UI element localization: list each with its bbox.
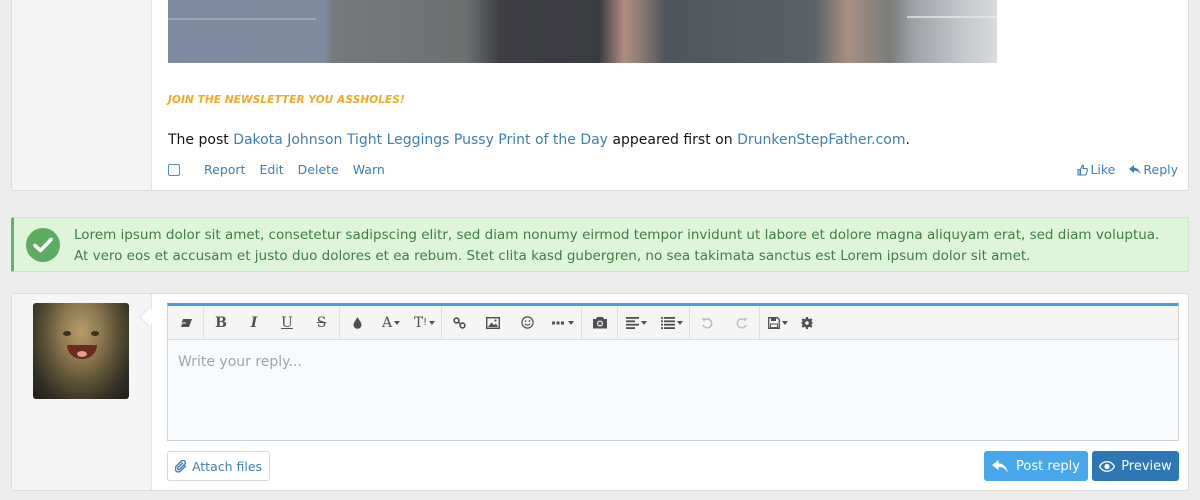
- italic-icon: I: [250, 314, 258, 331]
- attach-files-label: Attach files: [191, 458, 263, 474]
- delete-link[interactable]: Delete: [298, 162, 339, 177]
- smilies-button[interactable]: [510, 306, 544, 340]
- like-button[interactable]: Like: [1077, 162, 1115, 177]
- undo-button[interactable]: [690, 306, 724, 340]
- insert-media-button[interactable]: [582, 305, 618, 340]
- underline-button[interactable]: U: [270, 306, 304, 340]
- redo-icon: [736, 317, 747, 329]
- paperclip-icon: [174, 459, 187, 473]
- insert-link-button[interactable]: [442, 306, 476, 340]
- text-size-icon: T: [413, 314, 424, 331]
- reply-icon: [1129, 164, 1141, 174]
- more-options-button[interactable]: [544, 305, 582, 340]
- chevron-down-icon: [782, 320, 788, 325]
- attribution-prefix: The post: [168, 132, 234, 148]
- reply-user-column: [12, 294, 152, 490]
- text-color-button[interactable]: [340, 306, 374, 340]
- camera-icon: [592, 317, 607, 329]
- attribution-suffix: .: [905, 132, 910, 148]
- reply-icon: [992, 459, 1008, 472]
- font-family-button[interactable]: A: [374, 306, 408, 340]
- text-size-icon-detail: !: [423, 317, 428, 328]
- success-alert: Lorem ipsum dolor sit amet, consetetur s…: [11, 217, 1189, 272]
- bold-button[interactable]: B: [204, 306, 238, 340]
- report-link[interactable]: Report: [204, 162, 245, 177]
- avatar[interactable]: [33, 303, 129, 399]
- quick-reply-form: B I U S A T! Write your reply... Attach …: [11, 293, 1189, 491]
- message-post: JOIN THE NEWSLETTER YOU ASSHOLES! The po…: [11, 0, 1189, 191]
- align-left-icon: [625, 316, 639, 329]
- font-size-button[interactable]: T!: [408, 305, 442, 340]
- editor-body[interactable]: [168, 340, 1178, 440]
- bold-icon: B: [215, 314, 227, 331]
- post-user-column: [12, 0, 152, 190]
- preview-button[interactable]: Preview: [1092, 451, 1179, 481]
- font-icon: A: [381, 314, 393, 331]
- smile-icon: [520, 316, 534, 329]
- insert-image-button[interactable]: [476, 306, 510, 340]
- droplet-icon: [353, 316, 361, 329]
- editor-toolbar: B I U S A T!: [168, 305, 1178, 340]
- warn-link[interactable]: Warn: [353, 162, 385, 177]
- gear-icon: [801, 316, 813, 329]
- attach-files-button[interactable]: Attach files: [167, 451, 270, 481]
- post-reply-button[interactable]: Post reply: [984, 451, 1088, 481]
- link-icon: [452, 316, 466, 329]
- post-title-link[interactable]: Dakota Johnson Tight Leggings Pussy Prin…: [233, 132, 608, 148]
- options-button[interactable]: [796, 306, 818, 340]
- redo-button[interactable]: [724, 305, 760, 340]
- avatar-detail: [77, 351, 87, 357]
- select-post-checkbox[interactable]: [168, 163, 180, 176]
- post-image[interactable]: [168, 0, 997, 63]
- newsletter-banner[interactable]: JOIN THE NEWSLETTER YOU ASSHOLES!: [168, 94, 405, 106]
- rich-text-editor: B I U S A T!: [167, 303, 1179, 441]
- preview-label: Preview: [1121, 458, 1172, 474]
- check-circle-icon: [26, 228, 60, 262]
- ellipsis-icon: [551, 321, 564, 324]
- image-icon: [486, 316, 500, 329]
- clear-formatting-button[interactable]: [168, 305, 204, 340]
- strikethrough-button[interactable]: S: [304, 305, 340, 340]
- edit-link[interactable]: Edit: [259, 162, 283, 177]
- image-detail: [907, 16, 997, 18]
- chevron-down-icon: [394, 320, 401, 325]
- chevron-down-icon: [567, 320, 574, 325]
- post-reply-label: Post reply: [1016, 458, 1080, 474]
- reply-input[interactable]: [178, 354, 1168, 370]
- italic-button[interactable]: I: [238, 306, 270, 340]
- reply-button[interactable]: Reply: [1129, 162, 1178, 177]
- like-label: Like: [1090, 162, 1116, 177]
- eye-icon: [1099, 460, 1116, 472]
- list-button[interactable]: [654, 305, 690, 340]
- undo-icon: [701, 317, 713, 329]
- chevron-down-icon: [640, 320, 647, 325]
- reply-label: Reply: [1143, 162, 1178, 177]
- thumbs-up-icon: [1077, 164, 1089, 176]
- post-actions-right: Like Reply: [1063, 162, 1178, 177]
- strikethrough-icon: S: [316, 314, 327, 331]
- list-icon: [660, 316, 675, 329]
- align-button[interactable]: [618, 306, 654, 340]
- avatar-detail: [63, 331, 71, 336]
- post-attribution: The post Dakota Johnson Tight Leggings P…: [168, 132, 910, 148]
- chevron-down-icon: [429, 320, 436, 325]
- avatar-detail: [91, 331, 99, 336]
- save-icon: [768, 316, 780, 329]
- chevron-down-icon: [676, 320, 683, 325]
- image-detail: [168, 18, 316, 20]
- attribution-middle: appeared first on: [607, 132, 738, 148]
- site-link[interactable]: DrunkenStepFather.com: [737, 132, 905, 148]
- eraser-icon: [179, 318, 192, 327]
- underline-icon: U: [281, 314, 293, 331]
- post-actions-left: Report Edit Delete Warn: [168, 162, 399, 177]
- drafts-button[interactable]: [760, 306, 796, 340]
- alert-message: Lorem ipsum dolor sit amet, consetetur s…: [74, 227, 1160, 264]
